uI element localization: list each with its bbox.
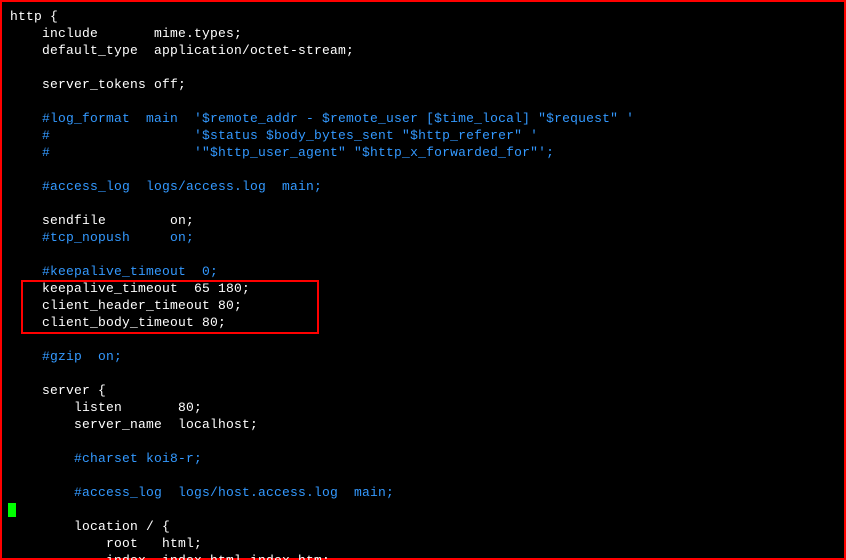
code-text: sendfile on; bbox=[10, 213, 194, 228]
code-text: root html; bbox=[10, 536, 202, 551]
code-text: server { bbox=[10, 383, 106, 398]
code-line: location / { bbox=[10, 519, 170, 534]
code-text: server_tokens off; bbox=[10, 77, 186, 92]
code-line: sendfile on; bbox=[10, 213, 194, 228]
comment-text: #tcp_nopush on; bbox=[10, 230, 194, 245]
code-line: index index.html index.htm; bbox=[10, 553, 330, 560]
comment-text: # '$status $body_bytes_sent "$http_refer… bbox=[10, 128, 538, 143]
code-line: listen 80; bbox=[10, 400, 202, 415]
code-text: default_type application/octet-stream; bbox=[10, 43, 354, 58]
code-text: location / { bbox=[10, 519, 170, 534]
code-line: # '$status $body_bytes_sent "$http_refer… bbox=[10, 128, 538, 143]
code-line: #log_format main '$remote_addr - $remote… bbox=[10, 111, 634, 126]
code-line: http { bbox=[10, 9, 58, 24]
code-text: include mime.types; bbox=[10, 26, 242, 41]
code-line: root html; bbox=[10, 536, 202, 551]
code-text: http { bbox=[10, 9, 58, 24]
code-line: # '"$http_user_agent" "$http_x_forwarded… bbox=[10, 145, 554, 160]
comment-text: #charset koi8-r; bbox=[10, 451, 202, 466]
comment-text: #keepalive_timeout 0; bbox=[10, 264, 218, 279]
code-text: keepalive_timeout 65 180; bbox=[10, 281, 250, 296]
comment-text: #log_format main '$remote_addr - $remote… bbox=[10, 111, 634, 126]
code-line: #charset koi8-r; bbox=[10, 451, 202, 466]
code-text: index index.html index.htm; bbox=[10, 553, 330, 560]
comment-text: #access_log logs/access.log main; bbox=[10, 179, 322, 194]
comment-text: #gzip on; bbox=[10, 349, 122, 364]
code-line: #access_log logs/host.access.log main; bbox=[10, 485, 394, 500]
code-line: server_tokens off; bbox=[10, 77, 186, 92]
code-text: server_name localhost; bbox=[10, 417, 258, 432]
comment-text: # '"$http_user_agent" "$http_x_forwarded… bbox=[10, 145, 554, 160]
code-line: default_type application/octet-stream; bbox=[10, 43, 354, 58]
comment-text: #access_log logs/host.access.log main; bbox=[10, 485, 394, 500]
code-line: #tcp_nopush on; bbox=[10, 230, 194, 245]
screenshot-frame: http { include mime.types; default_type … bbox=[0, 0, 846, 560]
code-text: client_header_timeout 80; bbox=[10, 298, 242, 313]
code-line: server_name localhost; bbox=[10, 417, 258, 432]
code-text: listen 80; bbox=[10, 400, 202, 415]
code-line: keepalive_timeout 65 180; bbox=[10, 281, 250, 296]
code-line: include mime.types; bbox=[10, 26, 242, 41]
code-line: client_body_timeout 80; bbox=[10, 315, 226, 330]
code-line: #keepalive_timeout 0; bbox=[10, 264, 218, 279]
editor-cursor bbox=[8, 503, 16, 517]
config-code-block: http { include mime.types; default_type … bbox=[2, 2, 844, 560]
code-line: server { bbox=[10, 383, 106, 398]
code-line: #gzip on; bbox=[10, 349, 122, 364]
code-line: client_header_timeout 80; bbox=[10, 298, 242, 313]
code-line: #access_log logs/access.log main; bbox=[10, 179, 322, 194]
code-text: client_body_timeout 80; bbox=[10, 315, 226, 330]
